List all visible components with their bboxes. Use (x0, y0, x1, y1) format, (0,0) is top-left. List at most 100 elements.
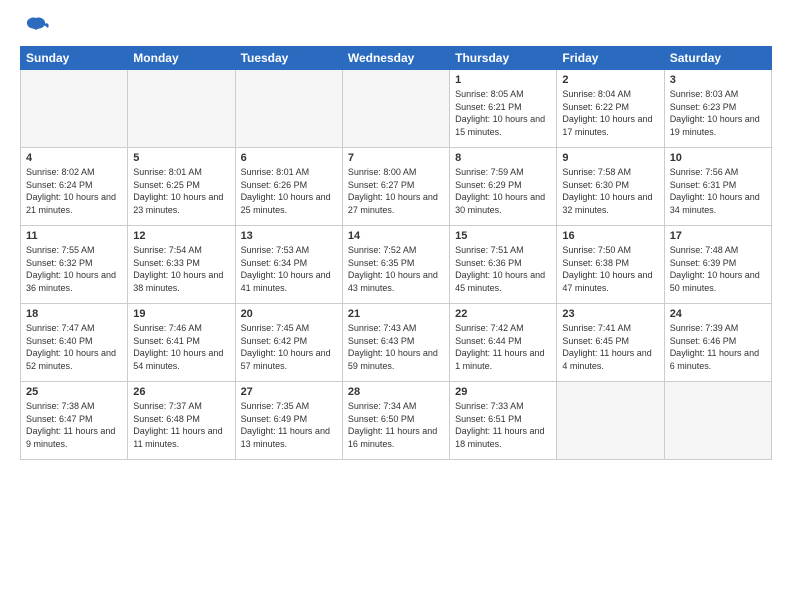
day-number: 27 (241, 386, 337, 398)
day-number: 11 (26, 230, 122, 242)
day-cell-content: Sunrise: 7:35 AMSunset: 6:49 PMDaylight:… (241, 400, 337, 450)
table-row: 29 Sunrise: 7:33 AMSunset: 6:51 PMDayligh… (450, 382, 557, 460)
table-row: 5 Sunrise: 8:01 AMSunset: 6:25 PMDaylight… (128, 148, 235, 226)
table-row: 18Sunrise: 7:47 AMSunset: 6:40 PMDayligh… (21, 304, 128, 382)
day-cell-content: Sunrise: 8:02 AMSunset: 6:24 PMDaylight:… (26, 166, 122, 216)
table-row (557, 382, 664, 460)
table-row: 11 Sunrise: 7:55 AMSunset: 6:32 PMDayligh… (21, 226, 128, 304)
day-cell-content: Sunrise: 8:05 AMSunset: 6:21 PMDaylight:… (455, 88, 551, 138)
table-row: 22 Sunrise: 7:42 AMSunset: 6:44 PMDayligh… (450, 304, 557, 382)
day-number: 6 (241, 152, 337, 164)
col-wednesday: Wednesday (342, 47, 449, 70)
day-cell-content: Sunrise: 7:39 AMSunset: 6:46 PMDaylight:… (670, 322, 766, 372)
day-cell-content: Sunrise: 8:00 AMSunset: 6:27 PMDaylight:… (348, 166, 444, 216)
calendar-week-row: 1 Sunrise: 8:05 AMSunset: 6:21 PMDaylight… (21, 70, 772, 148)
day-number: 2 (562, 74, 658, 86)
day-cell-content: Sunrise: 7:56 AMSunset: 6:31 PMDaylight:… (670, 166, 766, 216)
day-cell-content: Sunrise: 7:38 AMSunset: 6:47 PMDaylight:… (26, 400, 122, 450)
day-number: 9 (562, 152, 658, 164)
day-number: 12 (133, 230, 229, 242)
page: Sunday Monday Tuesday Wednesday Thursday… (0, 0, 792, 612)
table-row (664, 382, 771, 460)
day-cell-content: Sunrise: 7:59 AMSunset: 6:29 PMDaylight:… (455, 166, 551, 216)
table-row: 25Sunrise: 7:38 AMSunset: 6:47 PMDayligh… (21, 382, 128, 460)
day-number: 23 (562, 308, 658, 320)
day-number: 28 (348, 386, 444, 398)
day-number: 8 (455, 152, 551, 164)
day-cell-content: Sunrise: 7:54 AMSunset: 6:33 PMDaylight:… (133, 244, 229, 294)
calendar-week-row: 4 Sunrise: 8:02 AMSunset: 6:24 PMDaylight… (21, 148, 772, 226)
table-row: 23 Sunrise: 7:41 AMSunset: 6:45 PMDayligh… (557, 304, 664, 382)
day-cell-content: Sunrise: 7:34 AMSunset: 6:50 PMDaylight:… (348, 400, 444, 450)
table-row: 21 Sunrise: 7:43 AMSunset: 6:43 PMDayligh… (342, 304, 449, 382)
col-thursday: Thursday (450, 47, 557, 70)
table-row: 24 Sunrise: 7:39 AMSunset: 6:46 PMDayligh… (664, 304, 771, 382)
table-row: 3 Sunrise: 8:03 AMSunset: 6:23 PMDaylight… (664, 70, 771, 148)
day-cell-content: Sunrise: 7:53 AMSunset: 6:34 PMDaylight:… (241, 244, 337, 294)
table-row: 27 Sunrise: 7:35 AMSunset: 6:49 PMDayligh… (235, 382, 342, 460)
day-number: 26 (133, 386, 229, 398)
table-row: 17 Sunrise: 7:48 AMSunset: 6:39 PMDayligh… (664, 226, 771, 304)
calendar-header-row: Sunday Monday Tuesday Wednesday Thursday… (21, 47, 772, 70)
table-row: 8 Sunrise: 7:59 AMSunset: 6:29 PMDaylight… (450, 148, 557, 226)
day-number: 19 (133, 308, 229, 320)
day-cell-content: Sunrise: 7:58 AMSunset: 6:30 PMDaylight:… (562, 166, 658, 216)
logo-bird-icon (22, 14, 50, 42)
table-row: 4 Sunrise: 8:02 AMSunset: 6:24 PMDaylight… (21, 148, 128, 226)
day-cell-content: Sunrise: 7:37 AMSunset: 6:48 PMDaylight:… (133, 400, 229, 450)
table-row (342, 70, 449, 148)
day-cell-content: Sunrise: 8:01 AMSunset: 6:26 PMDaylight:… (241, 166, 337, 216)
day-cell-content: Sunrise: 7:46 AMSunset: 6:41 PMDaylight:… (133, 322, 229, 372)
table-row (235, 70, 342, 148)
table-row: 28 Sunrise: 7:34 AMSunset: 6:50 PMDayligh… (342, 382, 449, 460)
day-cell-content: Sunrise: 8:01 AMSunset: 6:25 PMDaylight:… (133, 166, 229, 216)
day-number: 14 (348, 230, 444, 242)
col-tuesday: Tuesday (235, 47, 342, 70)
day-cell-content: Sunrise: 7:51 AMSunset: 6:36 PMDaylight:… (455, 244, 551, 294)
day-number: 3 (670, 74, 766, 86)
table-row: 2 Sunrise: 8:04 AMSunset: 6:22 PMDaylight… (557, 70, 664, 148)
day-cell-content: Sunrise: 7:42 AMSunset: 6:44 PMDaylight:… (455, 322, 551, 372)
table-row: 7Sunrise: 8:00 AMSunset: 6:27 PMDaylight… (342, 148, 449, 226)
col-monday: Monday (128, 47, 235, 70)
day-cell-content: Sunrise: 7:43 AMSunset: 6:43 PMDaylight:… (348, 322, 444, 372)
calendar-week-row: 11 Sunrise: 7:55 AMSunset: 6:32 PMDayligh… (21, 226, 772, 304)
day-number: 15 (455, 230, 551, 242)
day-number: 5 (133, 152, 229, 164)
day-number: 29 (455, 386, 551, 398)
day-cell-content: Sunrise: 8:04 AMSunset: 6:22 PMDaylight:… (562, 88, 658, 138)
day-number: 10 (670, 152, 766, 164)
table-row: 16Sunrise: 7:50 AMSunset: 6:38 PMDayligh… (557, 226, 664, 304)
day-cell-content: Sunrise: 7:52 AMSunset: 6:35 PMDaylight:… (348, 244, 444, 294)
day-cell-content: Sunrise: 7:48 AMSunset: 6:39 PMDaylight:… (670, 244, 766, 294)
table-row: 9 Sunrise: 7:58 AMSunset: 6:30 PMDaylight… (557, 148, 664, 226)
day-number: 13 (241, 230, 337, 242)
table-row: 15 Sunrise: 7:51 AMSunset: 6:36 PMDayligh… (450, 226, 557, 304)
day-number: 20 (241, 308, 337, 320)
table-row (128, 70, 235, 148)
table-row: 26 Sunrise: 7:37 AMSunset: 6:48 PMDayligh… (128, 382, 235, 460)
day-number: 18 (26, 308, 122, 320)
day-cell-content: Sunrise: 7:50 AMSunset: 6:38 PMDaylight:… (562, 244, 658, 294)
table-row: 14 Sunrise: 7:52 AMSunset: 6:35 PMDayligh… (342, 226, 449, 304)
day-cell-content: Sunrise: 7:33 AMSunset: 6:51 PMDaylight:… (455, 400, 551, 450)
day-number: 1 (455, 74, 551, 86)
day-cell-content: Sunrise: 7:41 AMSunset: 6:45 PMDaylight:… (562, 322, 658, 372)
calendar-week-row: 18Sunrise: 7:47 AMSunset: 6:40 PMDayligh… (21, 304, 772, 382)
day-number: 22 (455, 308, 551, 320)
calendar-table: Sunday Monday Tuesday Wednesday Thursday… (20, 46, 772, 460)
day-number: 24 (670, 308, 766, 320)
table-row: 12 Sunrise: 7:54 AMSunset: 6:33 PMDayligh… (128, 226, 235, 304)
day-number: 17 (670, 230, 766, 242)
table-row: 6 Sunrise: 8:01 AMSunset: 6:26 PMDaylight… (235, 148, 342, 226)
logo (20, 16, 50, 38)
day-cell-content: Sunrise: 8:03 AMSunset: 6:23 PMDaylight:… (670, 88, 766, 138)
day-number: 4 (26, 152, 122, 164)
col-sunday: Sunday (21, 47, 128, 70)
day-cell-content: Sunrise: 7:55 AMSunset: 6:32 PMDaylight:… (26, 244, 122, 294)
table-row (21, 70, 128, 148)
day-number: 21 (348, 308, 444, 320)
table-row: 10 Sunrise: 7:56 AMSunset: 6:31 PMDayligh… (664, 148, 771, 226)
calendar-week-row: 25Sunrise: 7:38 AMSunset: 6:47 PMDayligh… (21, 382, 772, 460)
day-cell-content: Sunrise: 7:45 AMSunset: 6:42 PMDaylight:… (241, 322, 337, 372)
